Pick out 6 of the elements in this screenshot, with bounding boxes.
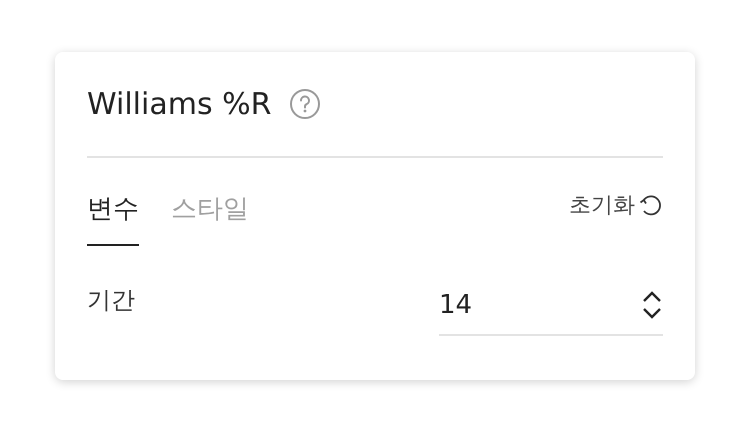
field-label: 기간 [87,285,135,316]
number-field[interactable]: 14 [439,276,663,336]
tab[interactable]: 변수 [87,170,139,246]
reset-button[interactable]: 초기화 [569,190,663,220]
help-icon[interactable] [289,88,322,120]
dialog-title: Williams %R [87,86,272,122]
